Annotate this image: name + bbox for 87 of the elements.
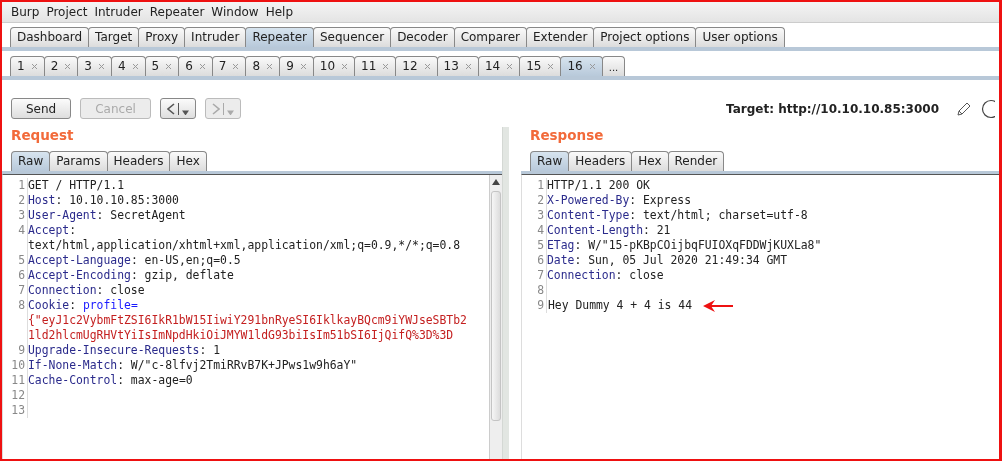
line-number: 3 <box>3 208 28 223</box>
code-line: Upgrade-Insecure-Requests: 1 <box>28 343 222 358</box>
tab[interactable]: Headers <box>568 151 633 171</box>
line-number: 5 <box>522 238 547 253</box>
tab[interactable]: Raw <box>530 151 570 171</box>
tab[interactable]: Headers <box>106 151 171 171</box>
code-line: Cache-Control: max-age=0 <box>28 373 194 388</box>
code-line: Accept-Encoding: gzip, deflate <box>28 268 235 283</box>
code-line: Accept: text/html,application/xhtml+xml,application/xml;q=0.9,*/*;q=0.8 <box>28 223 462 253</box>
tab[interactable]: Hex <box>169 151 207 171</box>
line-number: 7 <box>522 268 547 283</box>
tab[interactable]: Render <box>667 151 725 171</box>
tab[interactable]: Extender <box>526 27 595 47</box>
tab[interactable]: 10 <box>312 56 356 76</box>
line-number: 4 <box>3 223 28 253</box>
tab[interactable]: 6 <box>178 56 213 76</box>
code-line: GET / HTTP/1.1 <box>28 178 125 193</box>
tab[interactable]: ... <box>601 56 626 76</box>
line-number: 5 <box>3 253 28 268</box>
line-number: 8 <box>522 283 547 298</box>
tab[interactable]: 12 <box>395 56 438 76</box>
menu-item[interactable]: Project <box>43 5 91 19</box>
code-line: HTTP/1.1 200 OK <box>547 178 651 193</box>
code-line: Date: Sun, 05 Jul 2020 21:49:34 GMT <box>547 253 789 268</box>
tab[interactable]: Repeater <box>245 27 314 47</box>
panel-title: Response <box>529 126 605 145</box>
tab[interactable]: 8 <box>245 56 281 76</box>
line-number: 1 <box>522 178 547 193</box>
tab[interactable]: 5 <box>144 56 180 76</box>
code-line: Content-Type: text/html; charset=utf-8 <box>547 208 809 223</box>
tab[interactable]: Proxy <box>138 27 186 47</box>
tab[interactable]: Target <box>88 27 140 47</box>
line-number: 9 <box>522 298 547 313</box>
line-number: 8 <box>3 298 28 343</box>
line-number: 10 <box>3 358 28 373</box>
line-number: 11 <box>3 373 28 388</box>
code-line: Connection: close <box>28 283 146 298</box>
line-number: 7 <box>3 283 28 298</box>
tab[interactable]: 13 <box>436 56 479 76</box>
tab[interactable]: Comparer <box>453 27 527 47</box>
tab[interactable]: Params <box>49 151 108 171</box>
tab[interactable]: 16 <box>560 56 603 76</box>
code-line: Accept-Language: en-US,en;q=0.5 <box>28 253 242 268</box>
tab[interactable]: 9 <box>279 56 314 76</box>
panel-title: Request <box>10 126 75 145</box>
menu-item[interactable]: Window <box>208 5 262 19</box>
tab[interactable]: Intruder <box>184 27 247 47</box>
tab[interactable]: 4 <box>110 56 146 76</box>
tab[interactable]: 14 <box>477 56 521 76</box>
tab[interactable]: 15 <box>519 56 562 76</box>
line-number: 4 <box>522 223 547 238</box>
line-number: 9 <box>3 343 28 358</box>
code-line: User-Agent: SecretAgent <box>28 208 187 223</box>
code-line: Cookie: profile= {"eyJ1c2VybmFtZSI6IkR1bW15IiwiY291bnRyeSI6IklkayBQcm9iYWJseSBTb21ld2hlcmUgRHVtYiIsImNpdHkiOiJMYW1ldG93biIsIm51bSI6IjQifQ%3D%3D <box>28 298 467 343</box>
tab[interactable]: Hex <box>631 151 669 171</box>
code-line: ETag: W/"15-pKBpCOijbqFUIOXqFDDWjKUXLa8" <box>547 238 823 253</box>
tab[interactable]: User options <box>695 27 785 47</box>
tab[interactable]: 1 <box>10 56 45 76</box>
line-number: 3 <box>522 208 547 223</box>
tab[interactable]: Project options <box>593 27 697 47</box>
code-line: If-None-Match: W/"c-8lfvj2TmiRRvB7K+JPws1w9h6aY" <box>28 358 359 373</box>
line-number: 1 <box>3 178 28 193</box>
tab[interactable]: 2 <box>43 56 79 76</box>
menu-item[interactable]: Burp <box>8 5 43 19</box>
tab[interactable]: Raw <box>11 151 51 171</box>
line-number: 12 <box>3 388 28 403</box>
line-number: 6 <box>522 253 547 268</box>
line-number: 6 <box>3 268 28 283</box>
line-number: 13 <box>3 403 28 418</box>
tab[interactable]: 11 <box>354 56 397 76</box>
line-number: 2 <box>522 193 547 208</box>
tab[interactable]: Dashboard <box>10 27 90 47</box>
code-line: Content-Length: 21 <box>547 223 672 238</box>
tab[interactable]: 3 <box>77 56 112 76</box>
code-line: Connection: close <box>547 268 665 283</box>
line-number: 2 <box>3 193 28 208</box>
code-line: Host: 10.10.10.85:3000 <box>28 193 180 208</box>
tab[interactable]: 7 <box>211 56 247 76</box>
menu-item[interactable]: Repeater <box>146 5 208 19</box>
button[interactable]: Send <box>11 98 72 119</box>
tab[interactable]: Decoder <box>390 27 455 47</box>
menu-item[interactable]: Help <box>262 5 297 19</box>
target-label: Target: http://10.10.10.85:3000 <box>726 101 939 116</box>
code-line: X-Powered-By: Express <box>547 193 693 208</box>
code-line: Hey Dummy 4 + 4 is 44 <box>548 298 692 313</box>
tab[interactable]: Sequencer <box>313 27 392 47</box>
menu-item[interactable]: Intruder <box>91 5 146 19</box>
